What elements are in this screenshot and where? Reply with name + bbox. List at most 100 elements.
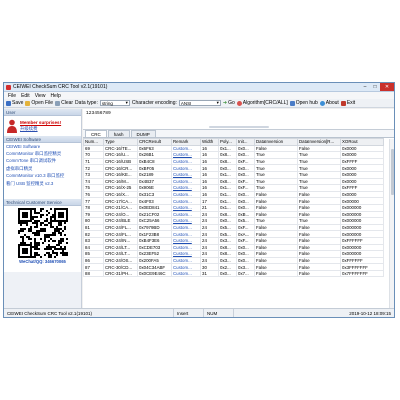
table-cell[interactable]: Custom... <box>171 203 201 212</box>
table-row[interactable]: 80 CRC-24/BLE 0xC25A56 Custom... 24 0x0... 0x5… <box>83 217 384 225</box>
table-row[interactable]: 77 CRC-17/CA... 0x4F03 Custom... 17 0x1... 0x0… <box>83 197 384 205</box>
table-cell: 81 <box>83 223 104 232</box>
table-cell: 0x0000 <box>340 164 384 172</box>
table-row[interactable]: 73 CRC-16/KE... 0x2189 Custom... 16 0x1... 0x0… <box>83 170 384 179</box>
table-row[interactable]: 81 CRC-24/FL... 0x7979BD Custom... 24 0x5... 0… <box>83 223 384 232</box>
input-textarea[interactable]: 123456789 <box>83 109 394 130</box>
sidebar: User Member surprises! 升级续费 CEIWEI Softw… <box>4 109 82 309</box>
table-cell[interactable]: Custom... <box>171 164 201 172</box>
table-row[interactable]: 69 CRC-16/TE... 0x6F63 Custom... 16 0x1... 0x0… <box>83 144 384 153</box>
table-cell[interactable]: Custom... <box>171 151 201 159</box>
table-cell: 16 <box>200 144 219 153</box>
column-header[interactable]: Init... <box>236 138 255 146</box>
table-cell: CRC-16/USB <box>103 157 138 166</box>
table-cell[interactable]: Custom... <box>171 170 201 179</box>
table-cell: False <box>297 190 341 199</box>
table-cell: 16 <box>200 151 219 159</box>
table-row[interactable]: 71 CRC-16/USB 0xB4C8 Custom... 16 0x8... 0xF..… <box>83 157 384 166</box>
table-cell[interactable]: Custom... <box>171 230 201 238</box>
table-cell[interactable]: Custom... <box>171 197 201 205</box>
software-link[interactable]: CEIWEI Software <box>6 144 79 149</box>
member-box: Member surprises! 升级续费 <box>4 116 81 136</box>
column-header[interactable]: DataInversion <box>254 138 298 146</box>
about-button[interactable]: About <box>319 100 339 106</box>
table-cell[interactable]: Custom... <box>171 250 201 258</box>
column-header[interactable]: CRCResult <box>137 138 172 146</box>
go-button[interactable]: ➜ Go <box>223 100 235 106</box>
table-row[interactable]: 85 CRC-24/LT... 0x23EF52 Custom... 24 0x8... 0… <box>83 250 384 258</box>
save-button[interactable]: Save <box>6 100 23 106</box>
member-surprises-link[interactable]: Member surprises! <box>20 120 61 125</box>
algorithm-button[interactable]: Algorithm[CRC/ALL] <box>236 100 288 106</box>
upgrade-link[interactable]: 升级续费 <box>20 126 61 132</box>
table-row[interactable]: 72 CRC-16/CR... 0xBF05 Custom... 16 0x0... 0x0… <box>83 164 384 172</box>
table-row[interactable]: 86 CRC-24/OS... 0x200FA5 Custom... 24 0x3... 0… <box>83 256 384 265</box>
software-link[interactable]: 看门 USB 监控精灵 v2.3 <box>6 181 79 187</box>
tab-hash[interactable]: hash <box>107 130 130 137</box>
table-header-row: Num... Type CRCResult Remark Width Poly.… <box>83 138 384 146</box>
table-cell: 0xA... <box>236 230 255 238</box>
char-encoding-select[interactable]: ANSI ▾ <box>178 100 221 106</box>
table-row[interactable]: 79 CRC-24/O... 0x21CF02 Custom... 24 0x8... 0x… <box>83 210 384 219</box>
table-row[interactable]: 87 CRC-30/CD... 0x04C34ABF Custom... 30 0x2..… <box>83 263 384 271</box>
table-cell[interactable]: Custom... <box>171 177 201 186</box>
column-header[interactable]: Type <box>103 138 138 146</box>
column-header[interactable]: Remark <box>171 138 201 146</box>
menu-help[interactable]: Help <box>50 93 60 99</box>
menu-file[interactable]: File <box>8 93 16 99</box>
column-header[interactable]: Poly... <box>218 138 237 146</box>
software-link[interactable]: CommMonitor v10.3 串口监控 <box>6 173 79 179</box>
menu-view[interactable]: View <box>35 93 46 99</box>
menu-edit[interactable]: Edit <box>21 93 30 99</box>
table-row[interactable]: 78 CRC-21/CA... 0x0ED841 Custom... 21 0x1... 0… <box>83 203 384 212</box>
table-cell: 0x4B37 <box>137 177 172 186</box>
column-header[interactable]: DataInversion[R... <box>297 138 341 146</box>
data-type-select[interactable]: string ▾ <box>99 100 130 106</box>
table-cell[interactable]: Custom... <box>171 184 201 192</box>
maximize-button[interactable]: □ <box>370 83 380 91</box>
table-cell: CRC-16/M... <box>103 177 138 186</box>
table-cell[interactable]: Custom... <box>171 256 201 265</box>
open-hub-button[interactable]: Open hub <box>289 100 318 106</box>
minimize-button[interactable]: – <box>360 83 370 91</box>
status-datetime: 2019-10-12 18:09:15 <box>349 310 391 316</box>
table-cell: 0xFFFF <box>340 184 384 192</box>
table-row[interactable]: 88 CRC-31/PH... 0x0CE9E46C Custom... 31 0x0..… <box>83 269 384 278</box>
scrollbar-thumb[interactable] <box>391 149 394 195</box>
table-cell[interactable]: Custom... <box>171 190 201 199</box>
table-cell[interactable]: Custom... <box>171 144 201 153</box>
column-header[interactable]: Num... <box>83 138 104 146</box>
table-row[interactable]: 76 CRC-16/X... 0x31C3 Custom... 16 0x1... 0x0.… <box>83 190 384 199</box>
column-header[interactable]: XORout <box>340 138 384 146</box>
table-cell[interactable]: Custom... <box>171 223 201 232</box>
close-button[interactable]: ✕ <box>380 83 394 91</box>
software-link[interactable]: CommTone 串口调试软件 <box>6 158 79 164</box>
vertical-scrollbar[interactable] <box>389 139 394 309</box>
table-row[interactable]: 84 CRC-24/LT... 0xCDE703 Custom... 24 0x8... 0… <box>83 243 384 252</box>
horizontal-scrollbar[interactable] <box>208 126 269 128</box>
table-cell: 24 <box>200 210 219 219</box>
tab-crc[interactable]: CRC <box>85 130 107 137</box>
open-file-button[interactable]: Open File <box>25 100 53 106</box>
table-cell[interactable]: Custom... <box>171 243 201 252</box>
table-row[interactable]: 74 CRC-16/M... 0x4B37 Custom... 16 0x8... 0xF.… <box>83 177 384 186</box>
table-cell[interactable]: Custom... <box>171 269 201 278</box>
exit-button[interactable]: Exit <box>340 100 355 106</box>
table-cell[interactable]: Custom... <box>171 217 201 225</box>
tab-dump[interactable]: DUMP <box>130 130 156 137</box>
data-type-value: string <box>101 100 113 106</box>
table-cell[interactable]: Custom... <box>171 210 201 219</box>
table-row[interactable]: 82 CRC-24/FL... 0x1F23B8 Custom... 24 0x5... 0… <box>83 230 384 238</box>
software-link[interactable]: 虚拟串口精灵 <box>6 166 79 172</box>
table-cell[interactable]: Custom... <box>171 236 201 245</box>
table-cell[interactable]: Custom... <box>171 157 201 166</box>
table-cell: True <box>297 217 341 225</box>
table-row[interactable]: 83 CRC-24/IN... 0xB4F3E6 Custom... 24 0x3... 0… <box>83 236 384 245</box>
table-cell[interactable]: Custom... <box>171 263 201 271</box>
table-cell: 24 <box>200 223 219 232</box>
clear-button[interactable]: Clear <box>55 100 73 106</box>
software-link[interactable]: CommMonitor 串口监控精灵 <box>6 151 79 157</box>
table-row[interactable]: 75 CRC-16/X-25 0x906E Custom... 16 0x1... 0xF.… <box>83 184 384 192</box>
column-header[interactable]: Width <box>200 138 219 146</box>
table-row[interactable]: 70 CRC-16/U... 0x26B1 Custom... 16 0x8... 0x0.… <box>83 151 384 159</box>
